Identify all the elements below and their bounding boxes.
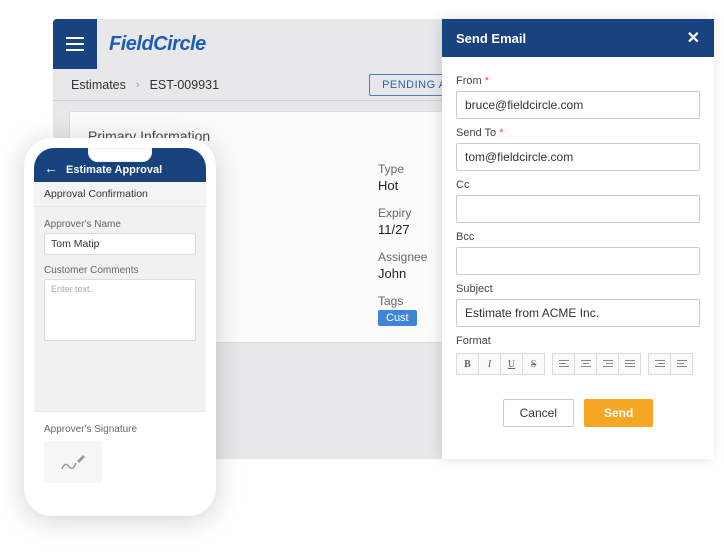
chevron-right-icon: › [136, 79, 140, 91]
outdent-button[interactable] [648, 353, 671, 375]
subject-input[interactable] [456, 299, 700, 327]
align-justify-button[interactable] [618, 353, 641, 375]
breadcrumb-root[interactable]: Estimates [71, 78, 126, 92]
sendto-label: Send To * [456, 127, 700, 139]
cancel-button[interactable]: Cancel [503, 399, 574, 427]
italic-button[interactable]: I [478, 353, 501, 375]
approver-label: Approver's Name [44, 219, 196, 230]
close-icon[interactable]: ✕ [687, 28, 700, 48]
from-label: From * [456, 75, 700, 87]
breadcrumb-id: EST-009931 [150, 78, 220, 92]
comments-label: Customer Comments [44, 265, 196, 276]
send-email-panel: Send Email ✕ From * Send To * Cc Bcc Sub… [442, 19, 714, 459]
phone-title: Estimate Approval [66, 164, 162, 176]
comments-input[interactable]: Enter text.. [44, 279, 196, 341]
panel-title: Send Email [456, 31, 526, 46]
bold-button[interactable]: B [456, 353, 479, 375]
align-left-button[interactable] [552, 353, 575, 375]
cc-input[interactable] [456, 195, 700, 223]
indent-button[interactable] [670, 353, 693, 375]
bcc-label: Bcc [456, 231, 700, 243]
phone-notch [88, 148, 152, 162]
approver-input[interactable] [44, 233, 196, 255]
subject-label: Subject [456, 283, 700, 295]
menu-button[interactable] [53, 19, 97, 69]
send-button[interactable]: Send [584, 399, 653, 427]
signature-box[interactable] [44, 441, 102, 483]
phone-section-title: Approval Confirmation [34, 182, 206, 207]
align-center-button[interactable] [574, 353, 597, 375]
sendto-input[interactable] [456, 143, 700, 171]
signature-icon [59, 451, 87, 473]
strike-button[interactable]: S [522, 353, 545, 375]
underline-button[interactable]: U [500, 353, 523, 375]
cc-label: Cc [456, 179, 700, 191]
panel-header: Send Email ✕ [442, 19, 714, 57]
align-right-button[interactable] [596, 353, 619, 375]
format-toolbar: B I U S [456, 353, 700, 375]
signature-label: Approver's Signature [44, 424, 196, 435]
bcc-input[interactable] [456, 247, 700, 275]
logo: FieldCircle [109, 33, 206, 56]
hamburger-icon [66, 37, 84, 51]
phone-screen: ← Estimate Approval Approval Confirmatio… [34, 148, 206, 506]
phone-mockup: ← Estimate Approval Approval Confirmatio… [24, 138, 216, 516]
format-label: Format [456, 335, 700, 347]
tag-chip[interactable]: Cust [378, 310, 417, 326]
back-icon[interactable]: ← [44, 160, 58, 176]
from-input[interactable] [456, 91, 700, 119]
